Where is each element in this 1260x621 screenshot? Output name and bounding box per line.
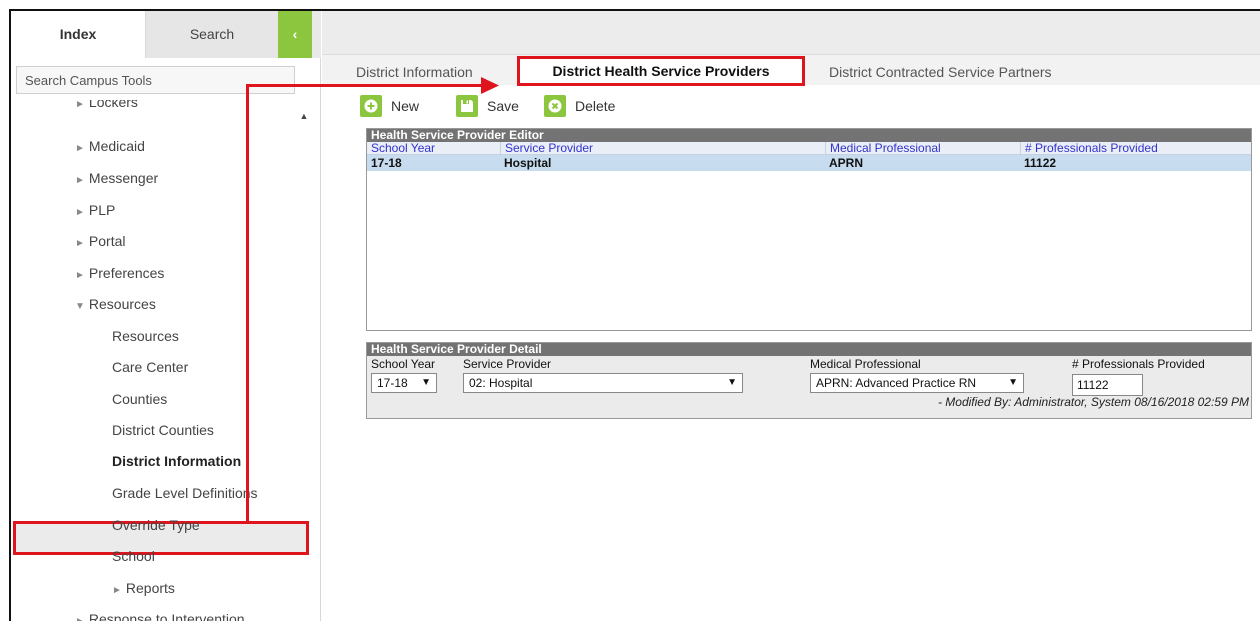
cell-service-provider: Hospital [504,156,552,170]
tab-search[interactable]: Search [146,11,278,58]
chevron-down-icon: ▼ [421,377,431,388]
school-year-value: 17-18 [377,376,408,390]
search-campus-tools-input[interactable] [16,66,295,94]
expand-arrow-icon: ► [75,100,85,110]
sidebar: Index Search ‹ ►Lockers ►Medicaid ►Messe… [11,11,321,621]
tree-item-label: Messenger [88,170,159,186]
column-medical-professional[interactable]: Medical Professional [825,142,1020,155]
collapse-arrow-icon: ▼ [75,301,85,312]
tree-item-district-information[interactable]: District Information [112,453,241,469]
collapse-sidebar-button[interactable]: ‹ [278,11,312,58]
health-service-provider-detail: Health Service Provider Detail School Ye… [366,342,1252,419]
health-service-provider-editor: Health Service Provider Editor School Ye… [366,128,1252,331]
new-label: New [391,98,420,114]
column-professionals-provided[interactable]: # Professionals Provided [1020,142,1251,155]
save-label: Save [487,98,519,114]
cell-medical-professional: APRN [829,156,864,170]
chevron-down-icon: ▼ [727,377,737,388]
new-button[interactable]: New [360,95,419,117]
column-service-provider[interactable]: Service Provider [500,142,825,155]
tree-item-medicaid[interactable]: ► Medicaid [75,138,145,154]
tree-item-school[interactable]: School [112,548,155,564]
scroll-up-icon[interactable]: ▲ [299,111,309,121]
column-school-year[interactable]: School Year [367,142,500,155]
expand-arrow-icon: ► [75,175,85,186]
service-provider-select[interactable]: 02: Hospital ▼ [463,373,743,393]
tree-item-portal[interactable]: ► Portal [75,233,125,249]
tree-item-resources[interactable]: Resources [112,328,179,344]
tree-item-grade-level-definitions[interactable]: Grade Level Definitions [112,485,258,501]
expand-arrow-icon: ► [112,585,122,596]
tab-district-health-service-providers[interactable]: District Health Service Providers [517,56,805,86]
cell-school-year: 17-18 [371,156,402,170]
save-button[interactable]: Save [456,95,519,117]
tree-item-resources-folder[interactable]: ▼ Resources [75,296,156,312]
tree-item-label: Reports [125,580,175,596]
grid-header: School Year Service Provider Medical Pro… [367,142,1251,155]
tree-item-plp[interactable]: ► PLP [75,202,115,218]
tree-item-response-to-intervention[interactable]: ►Response to Intervention [75,611,245,621]
app-window: Index Search ‹ ►Lockers ►Medicaid ►Messe… [9,9,1260,621]
expand-arrow-icon: ► [75,207,85,218]
detail-title: Health Service Provider Detail [367,343,1251,356]
table-row[interactable]: 17-18 Hospital APRN 11122 [367,155,1251,171]
professionals-provided-label: # Professionals Provided [1072,357,1205,371]
delete-button[interactable]: Delete [544,95,615,117]
tree-item-label: Lockers [88,100,138,110]
chevron-left-icon: ‹ [292,26,298,42]
main-content: District Information District Health Ser… [322,11,1260,621]
tree-item-override-type[interactable]: Override Type [112,517,200,533]
expand-arrow-icon: ► [75,270,85,281]
tab-strip: District Information District Health Ser… [322,55,1260,86]
delete-x-icon [544,95,566,117]
expand-arrow-icon: ► [75,616,85,621]
tab-district-information[interactable]: District Information [356,61,473,85]
modified-by-text: - Modified By: Administrator, System 08/… [937,395,1249,409]
expand-arrow-icon: ► [75,238,85,249]
medical-professional-select[interactable]: APRN: Advanced Practice RN ▼ [810,373,1024,393]
annotation-line-horizontal [246,84,484,87]
tab-index[interactable]: Index [11,11,146,58]
floppy-disk-icon [456,95,478,117]
annotation-line-vertical [246,84,249,521]
chevron-down-icon: ▼ [1008,377,1018,388]
school-year-select[interactable]: 17-18 ▼ [371,373,437,393]
tree-item-district-counties[interactable]: District Counties [112,422,214,438]
tool-tree: ► Lockers ► Medicaid ► Messenger ► PLP ► Port… [11,100,311,621]
tree-item-messenger[interactable]: ► Messenger [75,170,158,186]
tree-item-reports[interactable]: ► Reports [112,580,175,596]
tree-item-label: Resources [88,296,156,312]
tree-item-label: Portal [88,233,126,249]
medical-professional-value: APRN: Advanced Practice RN [816,376,977,390]
expand-arrow-icon: ► [75,143,85,154]
professionals-provided-input[interactable] [1072,374,1143,396]
tree-item-care-center[interactable]: Care Center [112,359,188,375]
tree-item-preferences[interactable]: ► Preferences [75,265,164,281]
tree-item-lockers[interactable]: ► Lockers [75,100,138,110]
school-year-label: School Year [371,357,436,371]
tree-item-label: PLP [88,202,116,218]
top-bar [322,11,1260,55]
annotation-arrow-icon [481,77,499,94]
toolbar: New Save Delete [322,91,1260,119]
tree-item-label: Medicaid [88,138,145,154]
tab-district-contracted-service-partners[interactable]: District Contracted Service Partners [829,61,1052,85]
sidebar-tabs: Index Search ‹ [11,11,321,58]
delete-label: Delete [575,98,616,114]
service-provider-value: 02: Hospital [469,376,533,390]
tree-item-label: Response to Intervention [88,611,245,621]
cell-professionals-provided: 11122 [1024,156,1057,170]
tree-item-label: Preferences [88,265,165,281]
tree-item-counties[interactable]: Counties [112,391,167,407]
medical-professional-label: Medical Professional [810,357,921,371]
service-provider-label: Service Provider [463,357,552,371]
plus-icon [360,95,382,117]
